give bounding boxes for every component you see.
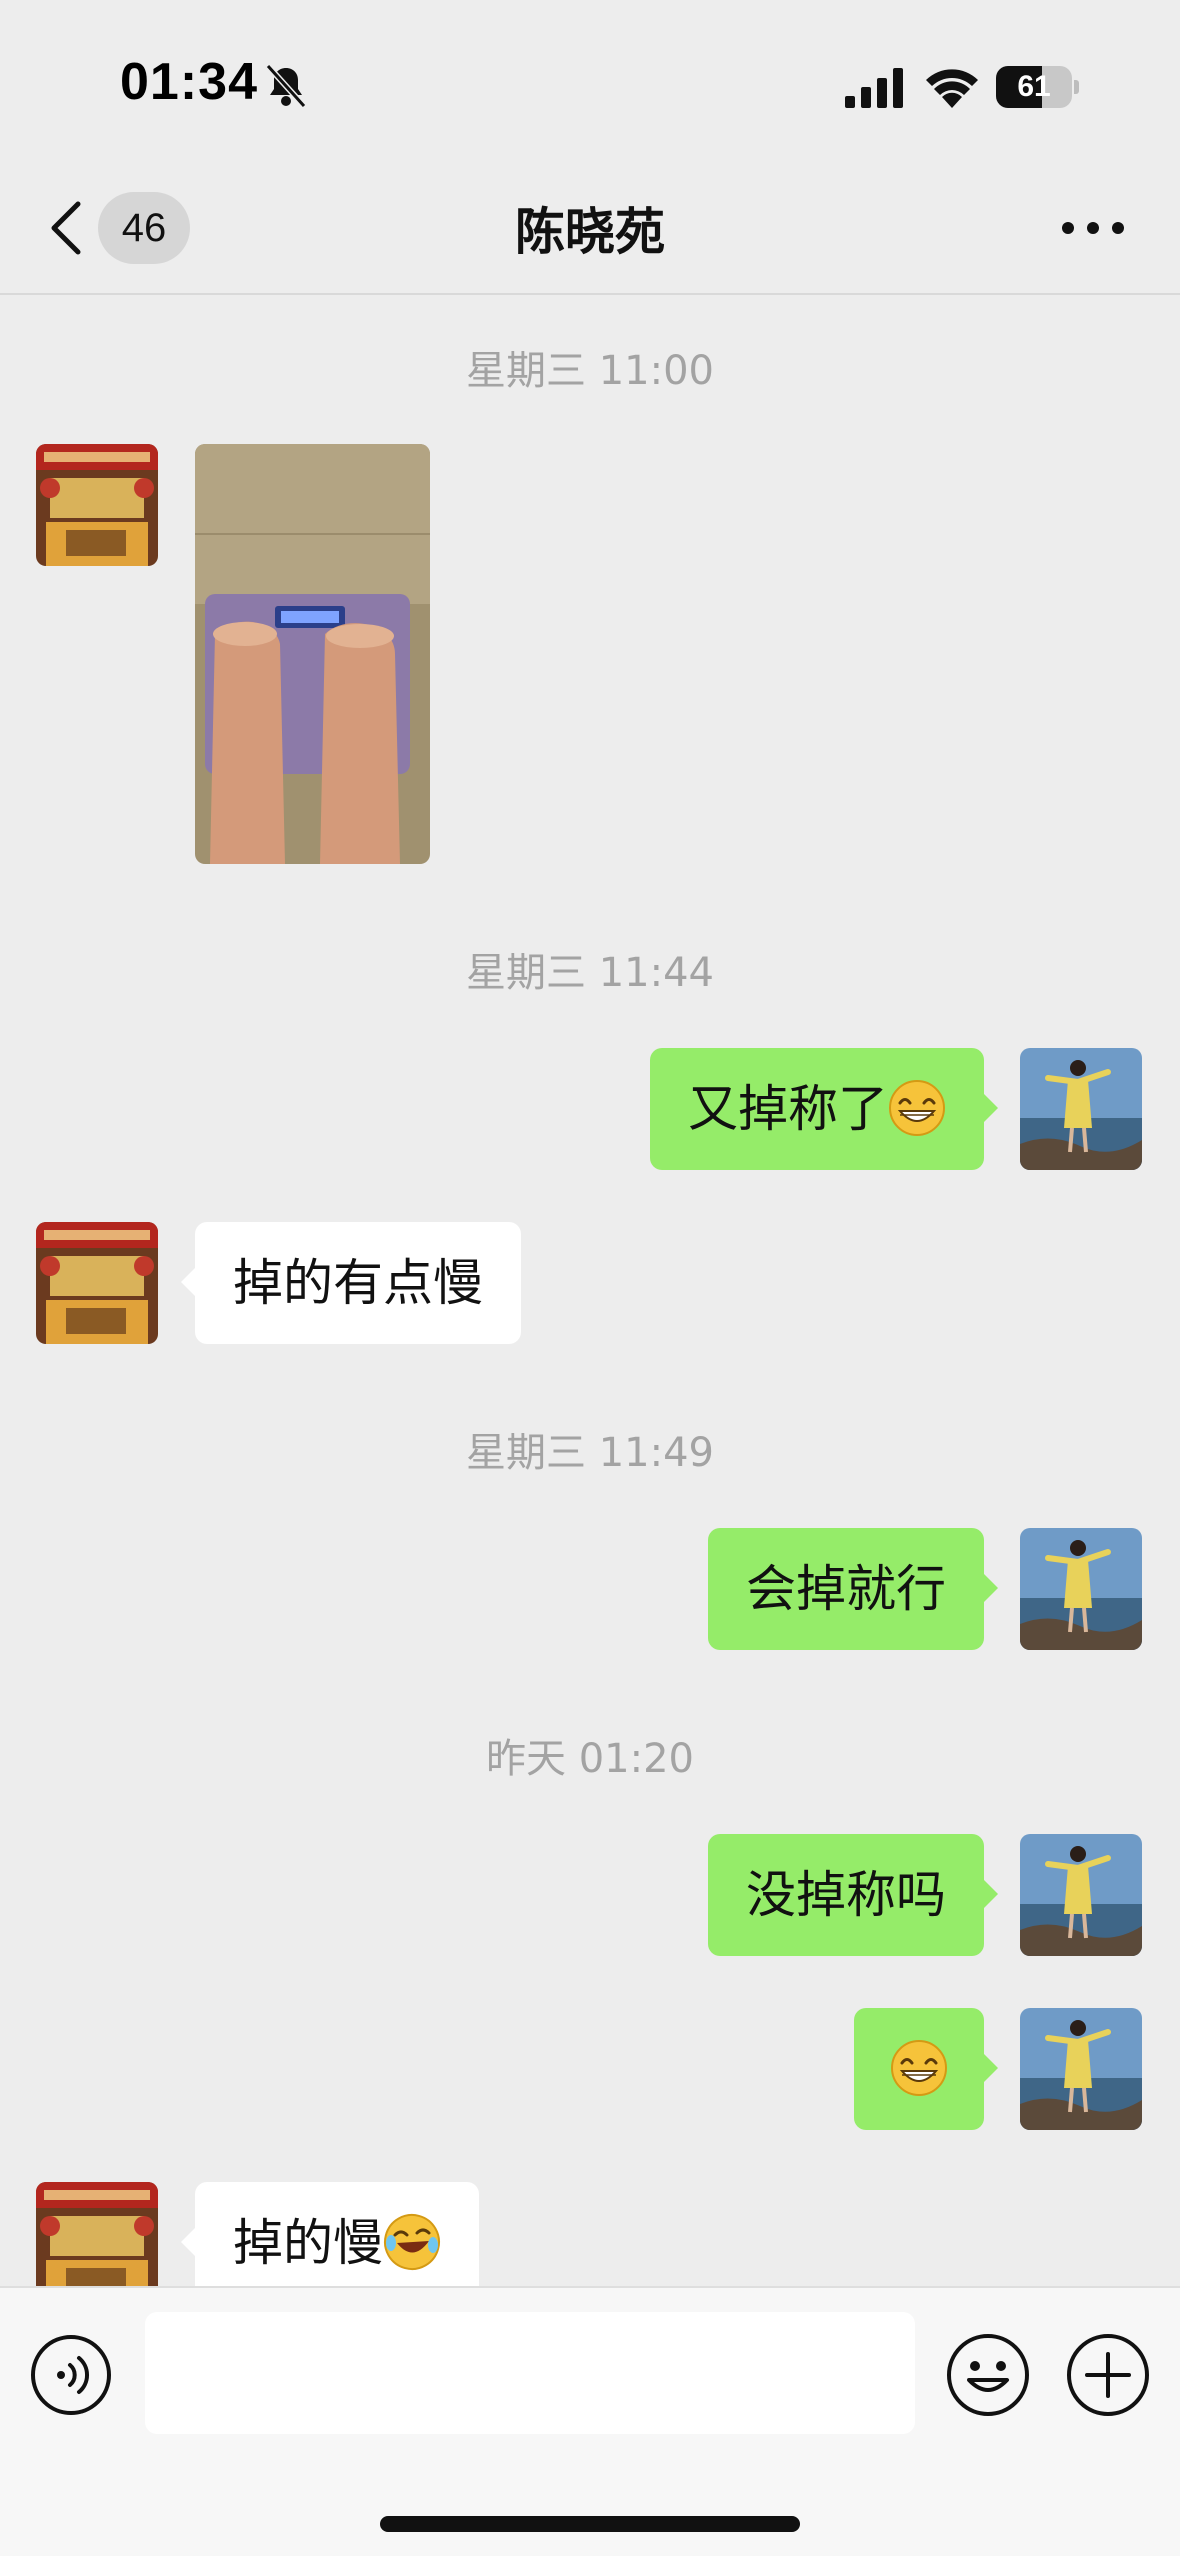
my-avatar-image — [1020, 2008, 1142, 2130]
timestamp: 星期三 11:00 — [466, 348, 714, 394]
home-indicator — [380, 2516, 800, 2532]
timestamp: 昨天 01:20 — [486, 1736, 694, 1782]
contact-avatar[interactable] — [36, 444, 158, 566]
my-avatar[interactable] — [1020, 1834, 1142, 1956]
battery-level: 61 — [1017, 70, 1051, 103]
plus-icon[interactable] — [1065, 2332, 1151, 2418]
more-icon[interactable] — [1060, 218, 1126, 238]
rolling-laughing-face-icon — [384, 2213, 440, 2270]
message-text: 掉的有点慢 — [233, 1254, 483, 1312]
chat-title: 陈晓苑 — [515, 203, 665, 261]
bell-slash-icon — [265, 63, 307, 109]
battery-body: 61 — [996, 66, 1072, 108]
scale-photo-image — [195, 444, 430, 864]
timestamp: 星期三 11:44 — [466, 950, 714, 996]
message-text: 会掉就行 — [746, 1560, 946, 1618]
my-avatar-image — [1020, 1048, 1142, 1170]
my-avatar[interactable] — [1020, 1048, 1142, 1170]
cellular-signal-icon — [845, 68, 903, 108]
my-avatar[interactable] — [1020, 1528, 1142, 1650]
battery-tip — [1074, 80, 1079, 94]
outgoing-message[interactable]: 会掉就行 — [708, 1528, 998, 1650]
unread-count-badge: 46 — [98, 192, 190, 264]
chat-screen: 01:34 61 46 陈晓苑 星期三 11:00 星期三 11:44 又掉称了… — [0, 0, 1180, 2556]
status-time: 01:34 — [120, 53, 258, 111]
back-button[interactable]: 46 — [40, 190, 200, 264]
outgoing-message[interactable]: 没掉称吗 — [708, 1834, 998, 1956]
incoming-message[interactable]: 掉的有点慢 — [181, 1222, 521, 1344]
message-input[interactable] — [145, 2312, 915, 2434]
emoji-icon[interactable] — [945, 2332, 1031, 2418]
status-bar: 01:34 61 — [0, 0, 1180, 150]
wifi-icon — [926, 69, 978, 108]
grinning-face-icon — [889, 1079, 945, 1136]
battery-icon: 61 — [996, 66, 1079, 108]
voice-icon[interactable] — [30, 2334, 112, 2416]
contact-avatar-image — [36, 1222, 158, 1344]
grinning-face-icon — [891, 2039, 947, 2096]
photo-message[interactable] — [195, 444, 430, 864]
my-avatar-image — [1020, 1528, 1142, 1650]
message-text: 没掉称吗 — [746, 1866, 946, 1924]
chevron-left-icon — [51, 201, 81, 255]
contact-avatar-image — [36, 444, 158, 566]
my-avatar-image — [1020, 1834, 1142, 1956]
timestamp: 星期三 11:49 — [466, 1430, 714, 1476]
outgoing-message[interactable]: 又掉称了 — [650, 1048, 998, 1170]
input-bar — [0, 2286, 1180, 2556]
nav-bar: 46 陈晓苑 — [0, 150, 1180, 295]
my-avatar[interactable] — [1020, 2008, 1142, 2130]
outgoing-message[interactable] — [854, 2008, 998, 2130]
contact-avatar[interactable] — [36, 1222, 158, 1344]
message-text: 又掉称了 — [688, 1080, 888, 1138]
message-text: 掉的慢 — [233, 2214, 383, 2272]
